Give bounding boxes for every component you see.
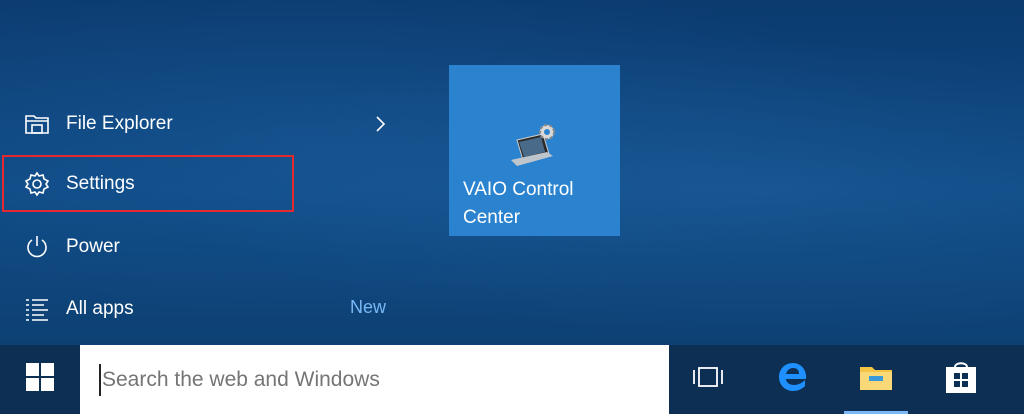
menu-item-label: All apps [66,298,134,319]
menu-item-power[interactable]: Power [0,221,400,273]
tile-vaio-control-center[interactable]: VAIO Control Center [449,65,620,236]
task-view-icon [691,365,725,394]
taskbar [0,345,1024,414]
new-badge: New [350,297,387,317]
file-explorer-button[interactable] [846,345,906,414]
menu-item-file-explorer[interactable]: File Explorer [0,98,400,150]
list-icon [24,296,50,322]
highlight-box [2,155,294,212]
folder-icon [24,111,50,137]
windows-logo-icon [26,363,54,396]
text-caret [99,364,101,396]
menu-item-all-apps[interactable]: All apps [0,283,400,335]
laptop-gear-icon [509,120,559,170]
store-icon [944,359,978,400]
tile-label: VAIO Control Center [463,179,574,228]
search-input[interactable] [100,366,664,393]
edge-icon [776,360,810,399]
menu-item-label: Power [66,236,120,257]
menu-item-label: File Explorer [66,113,173,134]
file-explorer-icon [858,361,894,398]
start-menu: File Explorer Settings Power All apps Ne… [0,0,1024,345]
search-box[interactable] [80,345,669,414]
task-view-button[interactable] [678,345,738,414]
chevron-right-icon[interactable] [370,112,390,136]
power-icon [24,234,50,260]
start-button[interactable] [0,345,80,414]
edge-button[interactable] [763,345,823,414]
store-button[interactable] [931,345,991,414]
